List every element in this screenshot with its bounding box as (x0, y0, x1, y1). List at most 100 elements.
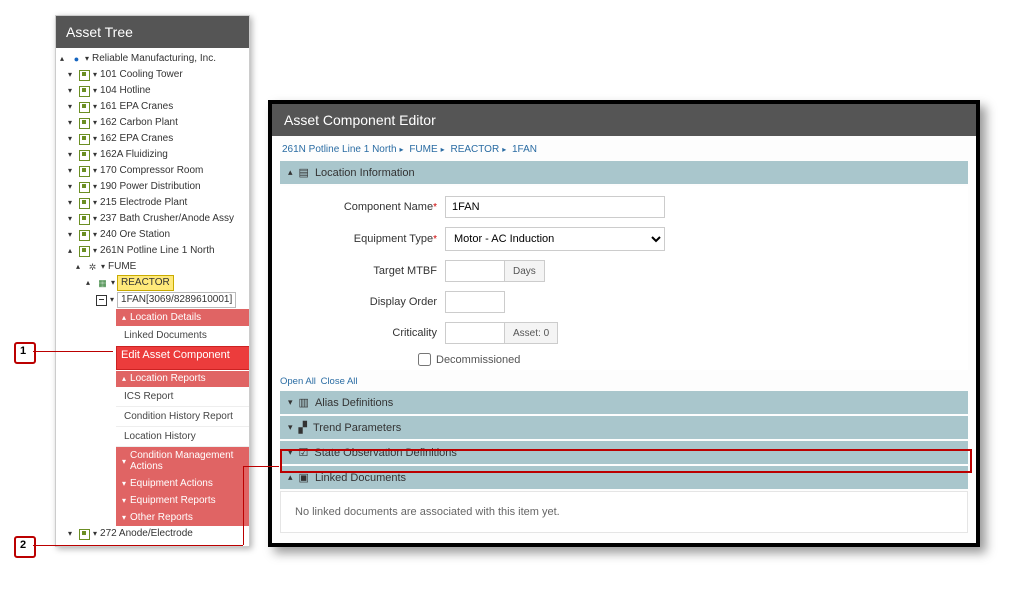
dropdown-icon[interactable]: ▾ (93, 212, 97, 226)
asset-icon (79, 86, 90, 97)
section-location-info[interactable]: ▴ ▤ Location Information (280, 161, 968, 184)
dropdown-icon[interactable]: ▾ (93, 164, 97, 178)
dropdown-icon[interactable]: ▾ (93, 180, 97, 194)
crumb[interactable]: REACTOR (450, 144, 499, 155)
tree-node-1fan[interactable]: ▾ 1FAN[3069/8289610001] (60, 291, 245, 309)
expand-icon[interactable]: ▾ (68, 132, 76, 146)
criticality-input[interactable] (445, 322, 505, 344)
dropdown-icon[interactable]: ▾ (93, 100, 97, 114)
dropdown-icon[interactable]: ▾ (93, 228, 97, 242)
expand-icon[interactable]: ▾ (68, 84, 76, 98)
dropdown-icon[interactable]: ▾ (93, 132, 97, 146)
section-alias-definitions[interactable]: ▾ ▥ Alias Definitions (280, 391, 968, 414)
tree-row[interactable]: ▾▾162A Fluidizing (60, 147, 245, 163)
crumb[interactable]: 1FAN (512, 144, 537, 155)
section-linked-documents[interactable]: ▴ ▣ Linked Documents (280, 466, 968, 489)
ctx-section-location-details[interactable]: ▴Location Details (116, 309, 249, 326)
collapse-icon[interactable]: ▴ (76, 260, 84, 274)
tree-row[interactable]: ▾▾237 Bath Crusher/Anode Assy (60, 211, 245, 227)
tree-row[interactable]: ▾▾170 Compressor Room (60, 163, 245, 179)
tree-label-1fan[interactable]: 1FAN[3069/8289610001] (117, 292, 236, 308)
section-state-observation[interactable]: ▾ ☑ State Observation Definitions (280, 441, 968, 464)
expand-icon[interactable]: ▴ (68, 244, 76, 258)
tree-label[interactable]: 162 EPA Cranes (100, 132, 173, 146)
ctx-linked-documents[interactable]: Linked Documents (116, 326, 249, 346)
dropdown-icon[interactable]: ▾ (110, 293, 114, 307)
tree-row[interactable]: ▴ ▾261N Potline Line 1 North (60, 243, 245, 259)
dropdown-icon[interactable]: ▾ (85, 52, 89, 66)
tree-label[interactable]: 162A Fluidizing (100, 148, 168, 162)
tree-label[interactable]: 101 Cooling Tower (100, 68, 183, 82)
ctx-section-cond-mgmt[interactable]: ▾Condition Management Actions (116, 447, 249, 475)
ctx-section-equip-actions[interactable]: ▾Equipment Actions (116, 475, 249, 492)
tree-row[interactable]: ▾▾190 Power Distribution (60, 179, 245, 195)
tree-label[interactable]: 161 EPA Cranes (100, 100, 173, 114)
tree-row-tail[interactable]: ▾ ▾ 272 Anode/Electrode (60, 526, 245, 542)
expand-icon[interactable]: ▾ (68, 228, 76, 242)
display-order-input[interactable] (445, 291, 505, 313)
tree-label[interactable]: 261N Potline Line 1 North (100, 244, 215, 258)
tree-label[interactable]: 237 Bath Crusher/Anode Assy (100, 212, 234, 226)
crumb[interactable]: FUME (409, 144, 437, 155)
tree-label-reactor[interactable]: REACTOR (118, 276, 173, 290)
tree-label[interactable]: FUME (108, 260, 136, 274)
expand-icon: ▾ (122, 496, 126, 505)
tree-row[interactable]: ▾▾161 EPA Cranes (60, 99, 245, 115)
expand-icon[interactable]: ▾ (68, 527, 76, 541)
dropdown-icon[interactable]: ▾ (93, 84, 97, 98)
ctx-section-other-reports[interactable]: ▾Other Reports (116, 509, 249, 526)
dropdown-icon[interactable]: ▾ (101, 260, 105, 274)
expand-icon[interactable]: ▾ (68, 196, 76, 210)
dropdown-icon[interactable]: ▾ (93, 68, 97, 82)
equipment-type-label: Equipment Type* (290, 233, 445, 245)
reactor-icon: ▦ (97, 278, 108, 289)
tree-node-fume[interactable]: ▴ ✲ ▾ FUME (60, 259, 245, 275)
expand-icon[interactable]: ▾ (68, 100, 76, 114)
collapse-icon[interactable]: ▴ (60, 52, 68, 66)
collapse-icon[interactable]: ▴ (86, 276, 94, 290)
dropdown-icon[interactable]: ▾ (93, 116, 97, 130)
tree-row[interactable]: ▾▾101 Cooling Tower (60, 67, 245, 83)
target-mtbf-input[interactable] (445, 260, 505, 282)
decommissioned-checkbox[interactable] (418, 353, 431, 366)
tree-label[interactable]: 162 Carbon Plant (100, 116, 178, 130)
tree-root-label[interactable]: Reliable Manufacturing, Inc. (92, 52, 216, 66)
ctx-location-history[interactable]: Location History (116, 427, 249, 447)
ctx-section-location-reports[interactable]: ▴Location Reports (116, 370, 249, 387)
expand-icon[interactable]: ▾ (68, 164, 76, 178)
tree-row[interactable]: ▾▾240 Ore Station (60, 227, 245, 243)
ctx-condition-history-report[interactable]: Condition History Report (116, 407, 249, 427)
ctx-edit-asset-component[interactable]: Edit Asset Component (116, 346, 249, 370)
tree-row[interactable]: ▾▾162 EPA Cranes (60, 131, 245, 147)
tree-node-reactor[interactable]: ▴ ▦ ▾ REACTOR (60, 275, 245, 291)
crumb[interactable]: 261N Potline Line 1 North (282, 144, 397, 155)
equipment-type-select[interactable]: Motor - AC Induction (445, 227, 665, 251)
open-all-link[interactable]: Open All (280, 376, 316, 387)
ctx-ics-report[interactable]: ICS Report (116, 387, 249, 407)
expand-icon[interactable]: ▾ (68, 212, 76, 226)
tree-root[interactable]: ▴ ● ▾ Reliable Manufacturing, Inc. (60, 51, 245, 67)
dropdown-icon[interactable]: ▾ (93, 244, 97, 258)
tree-label[interactable]: 215 Electrode Plant (100, 196, 187, 210)
expand-icon[interactable]: ▾ (68, 116, 76, 130)
dropdown-icon[interactable]: ▾ (93, 148, 97, 162)
expand-icon[interactable]: ▾ (68, 68, 76, 82)
tree-label[interactable]: 190 Power Distribution (100, 180, 201, 194)
dropdown-icon[interactable]: ▾ (93, 527, 97, 541)
tree-row[interactable]: ▾▾104 Hotline (60, 83, 245, 99)
tree-label[interactable]: 170 Compressor Room (100, 164, 203, 178)
expand-icon[interactable]: ▾ (68, 148, 76, 162)
tree-label[interactable]: 104 Hotline (100, 84, 151, 98)
ctx-section-equip-reports[interactable]: ▾Equipment Reports (116, 492, 249, 509)
section-trend-parameters[interactable]: ▾ ▞ Trend Parameters (280, 416, 968, 439)
tree-row[interactable]: ▾▾215 Electrode Plant (60, 195, 245, 211)
tree-row[interactable]: ▾▾162 Carbon Plant (60, 115, 245, 131)
close-all-link[interactable]: Close All (321, 376, 358, 387)
tree-label[interactable]: 240 Ore Station (100, 228, 170, 242)
expand-icon: ▾ (122, 457, 126, 466)
component-name-input[interactable] (445, 196, 665, 218)
dropdown-icon[interactable]: ▾ (111, 276, 115, 290)
expand-icon[interactable]: ▾ (68, 180, 76, 194)
tree-label[interactable]: 272 Anode/Electrode (100, 527, 193, 541)
dropdown-icon[interactable]: ▾ (93, 196, 97, 210)
